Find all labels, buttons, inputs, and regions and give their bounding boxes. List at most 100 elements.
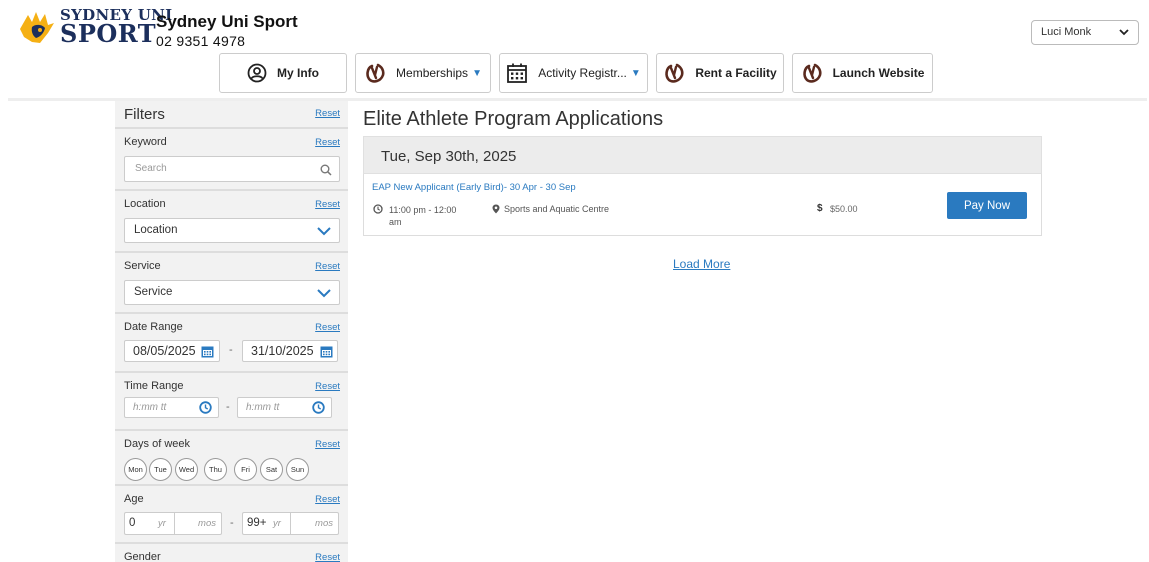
- page-title: Elite Athlete Program Applications: [363, 108, 664, 130]
- age-max-months-unit: mos: [315, 518, 333, 529]
- age-max-months-input[interactable]: mos: [290, 512, 339, 535]
- day-toggle-tue[interactable]: Tue: [149, 458, 172, 481]
- age-min-years-input[interactable]: 0 yr: [124, 512, 174, 535]
- program-item-location: Sports and Aquatic Centre: [504, 204, 610, 214]
- brand-phone: 02 9351 4978: [156, 33, 246, 49]
- pay-now-button[interactable]: Pay Now: [947, 192, 1027, 219]
- brand-swirl-icon: [366, 63, 385, 83]
- caret-down-icon: ▼: [630, 67, 641, 79]
- service-filter: Service Reset Service: [115, 253, 348, 314]
- brand-swirl-icon: [665, 63, 684, 83]
- calendar-icon: [507, 63, 528, 83]
- nav-rent-facility-label: Rent a Facility: [695, 66, 777, 80]
- age-max-years-unit: yr: [273, 518, 281, 529]
- days-of-week-reset-link[interactable]: Reset: [315, 439, 340, 450]
- date-range-reset-link[interactable]: Reset: [315, 322, 340, 333]
- date-group-label: Tue, Sep 30th, 2025: [381, 148, 517, 165]
- brand-block: Sydney Uni Sport 02 9351 4978: [156, 12, 298, 49]
- location-reset-link[interactable]: Reset: [315, 199, 340, 210]
- date-to-input[interactable]: 31/10/2025: [242, 340, 338, 362]
- nav-my-info-button[interactable]: My Info: [219, 53, 347, 93]
- brand-swirl-icon: [802, 63, 822, 83]
- clock-icon[interactable]: [312, 401, 325, 414]
- time-range-label: Time Range: [124, 380, 184, 392]
- days-of-week-label: Days of week: [124, 438, 191, 450]
- keyword-label: Keyword: [124, 136, 167, 148]
- age-label: Age: [124, 493, 144, 505]
- age-min-years-unit: yr: [158, 518, 166, 529]
- time-range-filter: Time Range Reset h:mm tt - h:mm tt: [115, 373, 348, 431]
- date-to-value: 31/10/2025: [251, 344, 314, 358]
- age-filter: Age Reset 0 yr mos - 99+ yr mos: [115, 486, 348, 544]
- nav-memberships-label: Memberships: [396, 66, 469, 80]
- user-name: Luci Monk: [1041, 26, 1092, 38]
- keyword-reset-link[interactable]: Reset: [315, 137, 340, 148]
- clock-icon[interactable]: [199, 401, 212, 414]
- nav-memberships-button[interactable]: Memberships ▼: [355, 53, 491, 93]
- program-item-title-link[interactable]: EAP New Applicant (Early Bird)- 30 Apr -…: [372, 182, 576, 193]
- day-toggle-mon[interactable]: Mon: [124, 458, 147, 481]
- day-toggle-fri[interactable]: Fri: [234, 458, 257, 481]
- service-select-value: Service: [134, 286, 173, 298]
- program-item-price: $50.00: [830, 204, 858, 214]
- service-reset-link[interactable]: Reset: [315, 261, 340, 272]
- map-pin-icon: [492, 204, 500, 214]
- date-from-value: 08/05/2025: [133, 344, 196, 358]
- user-account-select[interactable]: Luci Monk: [1031, 20, 1139, 45]
- dollar-icon: $: [817, 203, 823, 214]
- load-more-link[interactable]: Load More: [673, 257, 730, 271]
- keyword-filter: Keyword Reset Search: [115, 129, 348, 191]
- gender-label: Gender: [124, 551, 161, 562]
- location-label: Location: [124, 198, 166, 210]
- filters-reset-all-link[interactable]: Reset: [315, 108, 340, 119]
- calendar-icon[interactable]: [320, 345, 333, 358]
- clock-icon: [373, 204, 383, 214]
- age-max-years-value: 99+: [247, 517, 267, 529]
- date-range-separator: -: [229, 344, 233, 356]
- location-select[interactable]: Location: [124, 218, 340, 243]
- lion-logo-icon: [20, 12, 54, 43]
- calendar-icon[interactable]: [201, 345, 214, 358]
- filters-title: Filters: [124, 106, 165, 123]
- age-min-months-input[interactable]: mos: [174, 512, 222, 535]
- nav-activity-registration-label: Activity Registr...: [538, 66, 627, 80]
- gender-reset-link[interactable]: Reset: [315, 552, 340, 562]
- service-label: Service: [124, 260, 161, 272]
- filters-header: Filters Reset: [115, 101, 348, 129]
- program-item-card: EAP New Applicant (Early Bird)- 30 Apr -…: [363, 174, 1042, 236]
- age-reset-link[interactable]: Reset: [315, 494, 340, 505]
- day-toggle-thu[interactable]: Thu: [204, 458, 227, 481]
- user-circle-icon: [247, 63, 267, 83]
- time-from-input[interactable]: h:mm tt: [124, 397, 219, 418]
- chevron-down-icon: [317, 289, 331, 298]
- date-group-header: Tue, Sep 30th, 2025: [363, 136, 1042, 174]
- location-filter: Location Reset Location: [115, 191, 348, 253]
- day-toggle-sun[interactable]: Sun: [286, 458, 309, 481]
- time-to-input[interactable]: h:mm tt: [237, 397, 332, 418]
- date-from-input[interactable]: 08/05/2025: [124, 340, 220, 362]
- caret-down-icon: ▼: [472, 67, 482, 79]
- age-max-years-input[interactable]: 99+ yr: [242, 512, 290, 535]
- date-range-filter: Date Range Reset 08/05/2025 - 31/10/2025: [115, 314, 348, 373]
- brand-name: Sydney Uni Sport: [156, 12, 298, 31]
- nav-my-info-label: My Info: [277, 66, 319, 80]
- keyword-search-input[interactable]: Search: [124, 156, 340, 182]
- age-min-months-unit: mos: [198, 518, 216, 529]
- days-of-week-filter: Days of week Reset Mon Tue Wed Thu Fri S…: [115, 431, 348, 486]
- service-select[interactable]: Service: [124, 280, 340, 305]
- program-item-time: 11:00 pm - 12:00 am: [389, 205, 457, 227]
- time-range-separator: -: [226, 401, 230, 413]
- date-range-label: Date Range: [124, 321, 183, 333]
- chevron-down-icon: [1119, 29, 1129, 36]
- time-range-reset-link[interactable]: Reset: [315, 381, 340, 392]
- nav-rent-facility-button[interactable]: Rent a Facility: [656, 53, 784, 93]
- time-from-placeholder: h:mm tt: [133, 402, 167, 413]
- age-separator: -: [230, 517, 234, 529]
- day-toggle-sat[interactable]: Sat: [260, 458, 283, 481]
- nav-launch-website-button[interactable]: Launch Website: [792, 53, 933, 93]
- sydney-uni-sport-logo[interactable]: SYDNEY UNI SPORT: [18, 8, 172, 46]
- day-toggle-wed[interactable]: Wed: [175, 458, 198, 481]
- nav-activity-registration-button[interactable]: Activity Registr... ▼: [499, 53, 648, 93]
- gender-filter: Gender Reset: [115, 544, 348, 562]
- keyword-search-placeholder: Search: [135, 163, 167, 174]
